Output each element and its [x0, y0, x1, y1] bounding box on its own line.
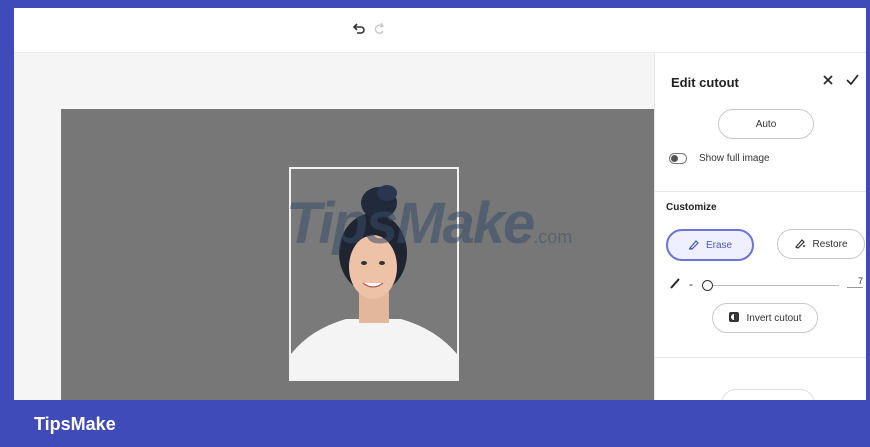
watermark: TipsMake.com	[286, 190, 572, 257]
undo-icon[interactable]	[352, 22, 366, 36]
footer-bar: TipsMake	[0, 400, 870, 447]
invert-icon	[728, 311, 740, 326]
brush-size-minus: -	[689, 277, 693, 291]
brush-size-slider-thumb[interactable]	[702, 280, 713, 291]
brush-size-slider[interactable]	[707, 285, 839, 286]
brush-icon	[669, 276, 681, 294]
brush-size-row: - 7	[669, 275, 863, 295]
panel-title: Edit cutout	[671, 75, 739, 90]
customize-title: Customize	[666, 202, 717, 213]
watermark-suffix: .com	[533, 227, 573, 247]
undo-redo-group	[352, 22, 386, 36]
show-full-image-toggle[interactable]	[669, 153, 687, 164]
show-full-image-label: Show full image	[699, 153, 770, 164]
toggle-knob	[671, 155, 678, 162]
check-icon	[845, 73, 859, 91]
close-icon	[822, 73, 834, 91]
invert-cutout-button[interactable]: Invert cutout	[712, 303, 818, 333]
divider	[655, 357, 866, 358]
edit-cutout-panel: Edit cutout Auto Show full image Customi…	[654, 53, 866, 400]
app-frame: TipsMake.com Edit cutout Auto Show full …	[14, 8, 866, 400]
redo-icon[interactable]	[372, 22, 386, 36]
bottom-action-button[interactable]	[721, 389, 815, 400]
auto-button[interactable]: Auto	[718, 109, 814, 139]
erase-button[interactable]: Erase	[666, 229, 754, 261]
footer-brand: TipsMake	[34, 414, 116, 434]
erase-brush-icon	[688, 238, 700, 253]
auto-label: Auto	[755, 118, 777, 130]
invert-label: Invert cutout	[746, 312, 802, 324]
brush-size-value[interactable]: 7	[847, 276, 863, 288]
restore-button[interactable]: Restore	[777, 229, 865, 259]
divider	[655, 191, 866, 192]
watermark-main: TipsMake	[286, 191, 535, 256]
top-toolbar	[14, 8, 866, 53]
show-full-image-row: Show full image	[669, 153, 770, 164]
erase-label: Erase	[705, 239, 733, 251]
restore-brush-icon	[794, 237, 806, 252]
confirm-button[interactable]	[843, 73, 861, 91]
restore-label: Restore	[812, 238, 848, 250]
close-button[interactable]	[819, 73, 837, 91]
